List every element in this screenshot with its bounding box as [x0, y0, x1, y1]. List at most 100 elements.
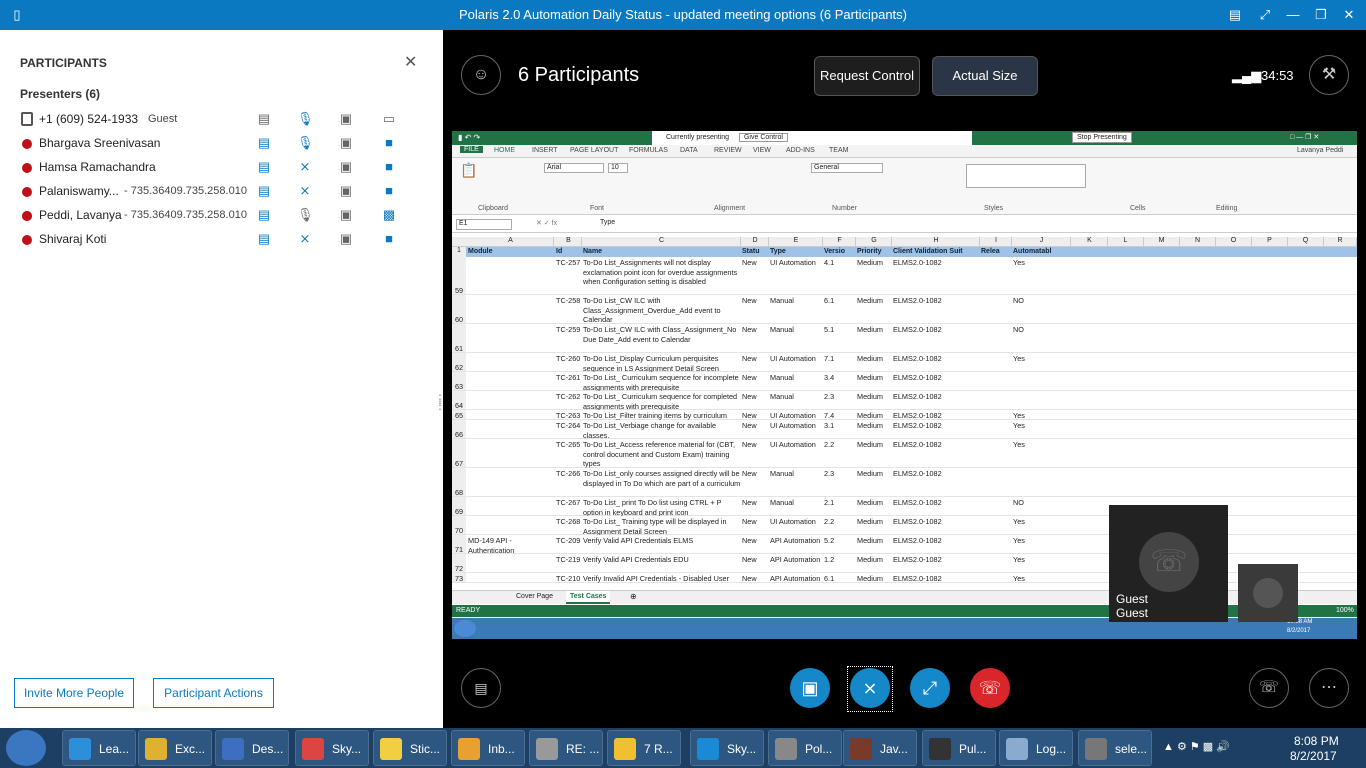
microphone-icon[interactable]: 🎙	[297, 207, 314, 223]
header-client-validation[interactable]: Client Validation Suit	[893, 248, 963, 255]
video-off-icon[interactable]: ▣	[338, 207, 354, 223]
cell-module[interactable]	[468, 555, 554, 573]
font-name-select[interactable]: Arial	[544, 163, 604, 173]
cell-client[interactable]: ELMS2.0-1082	[893, 536, 980, 554]
cell-id[interactable]: TC-259	[556, 325, 582, 353]
cell-ver[interactable]: 1.2	[824, 555, 856, 573]
cell-status[interactable]: New	[742, 296, 769, 324]
cell-ver[interactable]: 6.1	[824, 574, 856, 583]
cell-module[interactable]	[468, 469, 554, 497]
cell-type[interactable]: Manual	[770, 373, 823, 391]
table-row[interactable]: 59 TC-257 To-Do List_Assignments will not …	[452, 257, 1357, 295]
give-control-button[interactable]: Give Control	[738, 133, 788, 142]
cell-type[interactable]: UI Automation	[770, 354, 823, 372]
cell-auto[interactable]: Yes	[1013, 517, 1071, 535]
header-priority[interactable]: Priority	[857, 248, 882, 255]
sheet-tab-cover-page[interactable]: Cover Page	[516, 593, 553, 600]
stop-presenting-button[interactable]: Stop Presenting	[1072, 132, 1132, 143]
row-number[interactable]: 67	[452, 439, 466, 467]
share-screen-icon[interactable]: ■	[381, 231, 397, 247]
cell-status[interactable]: New	[742, 392, 769, 410]
table-row[interactable]: 66 TC-264 To-Do List_Verbiage change for a…	[452, 420, 1357, 439]
taskbar-item[interactable]: Sky...	[690, 730, 764, 766]
mute-button[interactable]: ⨯	[850, 668, 890, 708]
cell-module[interactable]	[468, 296, 554, 324]
table-row[interactable]: 62 TC-260 To-Do List_Display Curriculum pe…	[452, 353, 1357, 372]
column-header[interactable]: B	[556, 237, 582, 247]
cell-name[interactable]: Verify Valid API Credentials ELMS	[583, 536, 741, 554]
call-settings-icon[interactable]: ☏	[1249, 668, 1289, 708]
column-header[interactable]: H	[893, 237, 980, 247]
cell-id[interactable]: TC-263	[556, 411, 582, 420]
cell-ver[interactable]: 2.1	[824, 498, 856, 516]
column-header[interactable]: A	[468, 237, 554, 247]
cell-name[interactable]: To-Do List_ Training type will be displa…	[583, 517, 741, 535]
cell-auto[interactable]: Yes	[1013, 354, 1071, 372]
tab-page-layout[interactable]: PAGE LAYOUT	[570, 147, 618, 154]
column-header[interactable]: N	[1180, 237, 1216, 247]
cell-auto[interactable]	[1013, 469, 1071, 497]
cell-type[interactable]: Manual	[770, 296, 823, 324]
cell-status[interactable]: New	[742, 498, 769, 516]
cell-module[interactable]	[468, 498, 554, 516]
table-row[interactable]: 64 TC-262 To-Do List_ Curriculum sequence …	[452, 391, 1357, 410]
column-header[interactable]: E	[770, 237, 823, 247]
taskbar-item[interactable]: Pul...	[922, 730, 996, 766]
cell-client[interactable]: ELMS2.0-1082	[893, 258, 980, 295]
cell-ver[interactable]: 5.1	[824, 325, 856, 353]
cell-ver[interactable]: 2.3	[824, 392, 856, 410]
presenting-icon[interactable]: ▩	[381, 207, 397, 223]
table-row[interactable]: 65 TC-263 To-Do List_Filter training items…	[452, 410, 1357, 420]
cell-name[interactable]: To-Do List_Verbiage change for available…	[583, 421, 741, 439]
cell-auto[interactable]: NO	[1013, 296, 1071, 324]
cell-name[interactable]: To-Do List_ Curriculum sequence for inco…	[583, 373, 741, 391]
cell-status[interactable]: New	[742, 325, 769, 353]
cell-id[interactable]: TC-257	[556, 258, 582, 295]
cell-ver[interactable]: 5.2	[824, 536, 856, 554]
window-controls[interactable]: □ — ❐ ✕	[1290, 133, 1319, 141]
microphone-muted-icon[interactable]: ⨯	[297, 159, 313, 175]
font-size-select[interactable]: 10	[608, 163, 628, 173]
cell-type[interactable]: UI Automation	[770, 517, 823, 535]
cell-id[interactable]: TC-219	[556, 555, 582, 573]
cell-type[interactable]: API Automation	[770, 555, 823, 573]
table-row[interactable]: 61 TC-259 To-Do List_CW ILC with Class_Ass…	[452, 324, 1357, 353]
participant-row[interactable]: +1 (609) 524-1933 Guest ▤ 🎙 ▣ ▭	[20, 109, 420, 131]
share-button[interactable]: ⤢	[910, 668, 950, 708]
column-header[interactable]: D	[742, 237, 769, 247]
column-header[interactable]: M	[1144, 237, 1180, 247]
cell-ver[interactable]: 7.4	[824, 411, 856, 420]
table-row[interactable]: 68 TC-266 To-Do List_only courses assigned…	[452, 468, 1357, 497]
participant-row[interactable]: Peddi, Lavanya - 735.36409.735.258.010 ▤…	[20, 205, 420, 227]
sheet-tab-test-cases[interactable]: Test Cases	[566, 591, 611, 604]
cell-auto[interactable]: NO	[1013, 498, 1071, 516]
cell-client[interactable]: ELMS2.0-1082	[893, 440, 980, 468]
column-header[interactable]: L	[1108, 237, 1144, 247]
cell-id[interactable]: TC-258	[556, 296, 582, 324]
cell-id[interactable]: TC-261	[556, 373, 582, 391]
header-name[interactable]: Name	[583, 248, 602, 255]
cell-status[interactable]: New	[742, 258, 769, 295]
name-box[interactable]: E1	[456, 219, 512, 230]
cell-type[interactable]: UI Automation	[770, 411, 823, 420]
cell-id[interactable]: TC-260	[556, 354, 582, 372]
header-module[interactable]: Module	[468, 248, 493, 255]
cell-ver[interactable]: 3.1	[824, 421, 856, 439]
tab-home[interactable]: HOME	[494, 147, 515, 154]
cell-name[interactable]: To-Do List_Access reference material for…	[583, 440, 741, 468]
cell-name[interactable]: To-Do List_ print To Do list using CTRL …	[583, 498, 741, 516]
cell-pri[interactable]: Medium	[857, 536, 892, 554]
cell-auto[interactable]: NO	[1013, 325, 1071, 353]
layout-icon[interactable]: ▤	[1226, 6, 1244, 24]
cell-pri[interactable]: Medium	[857, 498, 892, 516]
participant-row[interactable]: Hamsa Ramachandra ▤ ⨯ ▣ ■	[20, 157, 420, 179]
header-type[interactable]: Type	[770, 248, 786, 255]
column-header[interactable]: I	[981, 237, 1012, 247]
tray-icons[interactable]: ▲ ⚙ ⚑ ▩ 🔊	[1163, 740, 1230, 753]
cell-status[interactable]: New	[742, 373, 769, 391]
cell-status[interactable]: New	[742, 411, 769, 420]
cell-module[interactable]	[468, 325, 554, 353]
tab-insert[interactable]: INSERT	[532, 147, 558, 154]
cell-name[interactable]: Verify Invalid API Credentials - Disable…	[583, 574, 741, 583]
tab-review[interactable]: REVIEW	[714, 147, 742, 154]
